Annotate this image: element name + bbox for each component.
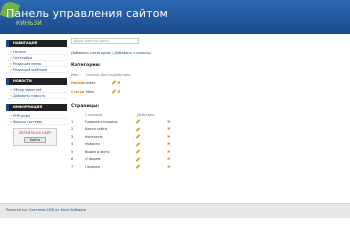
page-title-cell[interactable]: Карта сайта <box>85 126 137 134</box>
page-title-cell[interactable]: Новости <box>85 141 137 149</box>
page-title-cell[interactable]: Главная страница <box>85 118 137 126</box>
visit-site-box: ПЕРЕЙТИ НА САЙТ Выйти <box>13 128 57 146</box>
table-row: 3 Контакты ✖ <box>71 133 179 141</box>
page-delete: ✖ <box>167 126 179 134</box>
col-link: Ссылка Доступ <box>86 72 114 77</box>
category-name[interactable]: Статьи <box>71 87 86 96</box>
table-row: 5 Видео и фото ✖ <box>71 148 179 156</box>
page-actions <box>135 141 167 149</box>
news-section: НОВОСТИ Обзор новостей Добавить новость <box>6 78 67 99</box>
page-actions <box>135 118 167 126</box>
page-number: 1 <box>71 119 74 124</box>
sidebar-item-version[interactable]: Версия системы <box>6 119 67 125</box>
footer-link[interactable]: Система CMS от Kinzi Software <box>29 208 86 212</box>
edit-icon[interactable] <box>111 80 117 85</box>
news-heading: НОВОСТИ <box>6 78 67 85</box>
page-number: 5 <box>71 149 74 154</box>
edit-icon[interactable] <box>135 164 141 170</box>
table-row: 2 Карта сайта ✖ <box>71 126 179 134</box>
notes-field[interactable]: Ваши заметки здесь <box>71 38 139 44</box>
action-links: Добавить категорию | Добавить страницу <box>71 51 345 55</box>
page-title: Панель управления сайтом <box>6 7 168 20</box>
delete-icon[interactable]: ✖ <box>117 89 120 94</box>
table-row: 6 О фирме ✖ <box>71 156 179 164</box>
page-title-cell[interactable]: Галерея <box>85 163 137 171</box>
delete-icon[interactable]: ✖ <box>117 80 120 85</box>
page-delete: ✖ <box>167 141 179 149</box>
sidebar: НАВИГАЦИЯ Начало Настройки Редакция меню… <box>6 40 67 151</box>
delete-icon[interactable]: ✖ <box>167 134 170 139</box>
edit-icon[interactable] <box>135 149 141 155</box>
category-actions: ✖ <box>111 87 131 96</box>
table-row: 4 Новости ✖ <box>71 141 179 149</box>
logout-button[interactable]: Выйти <box>24 137 46 143</box>
col-actions: Действия <box>113 72 131 77</box>
page-delete: ✖ <box>167 133 179 141</box>
delete-icon[interactable]: ✖ <box>167 119 170 124</box>
category-name[interactable]: Начало <box>71 78 86 87</box>
delete-icon[interactable]: ✖ <box>167 127 170 131</box>
page-actions <box>135 148 167 156</box>
edit-icon[interactable] <box>135 134 141 140</box>
sidebar-item-template-edit[interactable]: Редакция шаблона <box>6 67 67 73</box>
info-section: ИНФОРМАЦИЯ PHP-инфо Версия системы ПЕРЕЙ… <box>6 104 67 146</box>
sidebar-item-add-news[interactable]: Добавить новость <box>6 93 67 99</box>
page-actions <box>135 163 167 171</box>
category-link: Main <box>86 89 95 94</box>
delete-icon[interactable]: ✖ <box>167 164 170 169</box>
page-number: 4 <box>71 142 74 147</box>
table-row: 1 Главная страница ✖ <box>71 118 179 126</box>
page-actions <box>135 133 167 141</box>
page-title-cell[interactable]: О фирме <box>85 156 137 164</box>
page-number: 7 <box>71 164 74 169</box>
table-row: Статьи Main ✖ <box>71 87 131 96</box>
visit-site-link[interactable]: ПЕРЕЙТИ НА САЙТ <box>14 131 56 135</box>
category-actions: ✖ <box>111 78 131 87</box>
pages-title: Страницы: <box>71 104 100 109</box>
page-delete: ✖ <box>167 148 179 156</box>
edit-icon[interactable] <box>135 141 141 147</box>
add-category-link[interactable]: Добавить категорию <box>71 51 111 55</box>
page-delete: ✖ <box>167 163 179 171</box>
header: Панель управления сайтом КИНЬЗИ <box>0 0 350 34</box>
page-number: 3 <box>71 134 74 139</box>
brand-subtitle: КИНЬЗИ <box>16 20 42 27</box>
footer-prefix: Powered by: <box>6 208 28 212</box>
page-actions <box>135 156 167 164</box>
pages-table: Страница Действия 1 Главная страница ✖ 2… <box>71 112 179 171</box>
edit-icon[interactable] <box>135 156 141 162</box>
page-title-cell[interactable]: Видео и фото <box>85 148 137 156</box>
footer-text: Powered by: Система CMS от Kinzi Softwar… <box>6 208 86 212</box>
page-title-cell[interactable]: Контакты <box>85 133 137 141</box>
table-header-row: Имя Ссылка Доступ Действия <box>71 71 131 78</box>
add-page-link[interactable]: Добавить страницу <box>114 51 151 55</box>
delete-icon[interactable]: ✖ <box>167 142 170 146</box>
main-content: Ваши заметки здесь Добавить категорию | … <box>71 38 345 171</box>
col-name: Имя <box>71 72 79 77</box>
table-row: Начало Index ✖ <box>71 78 131 87</box>
info-heading: ИНФОРМАЦИЯ <box>6 104 67 111</box>
page-number: 6 <box>71 157 74 162</box>
categories-title: Категории: <box>71 63 101 68</box>
delete-icon[interactable]: ✖ <box>167 157 170 161</box>
table-row: 7 Галерея ✖ <box>71 163 179 171</box>
nav-section: НАВИГАЦИЯ Начало Настройки Редакция меню… <box>6 40 67 73</box>
category-link: Index <box>86 80 96 85</box>
footer: Powered by: Система CMS от Kinzi Softwar… <box>0 203 350 218</box>
edit-icon[interactable] <box>135 119 141 125</box>
page-delete: ✖ <box>167 156 179 164</box>
categories-table: Имя Ссылка Доступ Действия Начало Index … <box>71 71 131 96</box>
nav-heading: НАВИГАЦИЯ <box>6 40 67 47</box>
edit-icon[interactable] <box>111 89 117 94</box>
page-delete: ✖ <box>167 118 179 126</box>
edit-icon[interactable] <box>135 126 141 132</box>
page-actions <box>135 126 167 134</box>
delete-icon[interactable]: ✖ <box>167 149 170 154</box>
page-number: 2 <box>71 127 74 132</box>
